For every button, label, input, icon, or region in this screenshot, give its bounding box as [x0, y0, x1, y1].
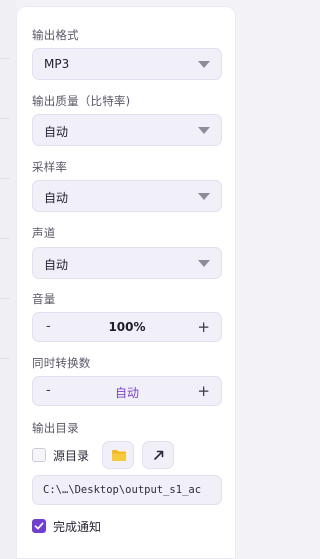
concurrency-label: 同时转换数: [32, 356, 91, 370]
chevron-down-icon: [198, 193, 210, 200]
output-format-value: MP3: [44, 57, 70, 71]
open-folder-button[interactable]: [142, 441, 174, 469]
volume-stepper: - 100% +: [32, 312, 222, 342]
output-format-select[interactable]: MP3: [32, 48, 222, 80]
sample-rate-value: 自动: [44, 191, 69, 205]
volume-increment-button[interactable]: +: [197, 318, 210, 336]
chevron-down-icon: [198, 260, 210, 267]
background-list-strip: [0, 0, 16, 559]
arrow-up-right-icon: [154, 450, 164, 460]
check-icon: [34, 522, 44, 530]
output-format-label: 输出格式: [32, 28, 79, 42]
channels-value: 自动: [44, 258, 69, 272]
chevron-down-icon: [198, 61, 210, 68]
concurrency-value: 自动: [114, 386, 139, 400]
source-dir-checkbox[interactable]: [32, 448, 46, 462]
folder-icon: [112, 450, 126, 461]
output-path-value: C:\…\Desktop\output_s1_ac: [43, 484, 202, 496]
output-quality-label: 输出质量（比特率): [32, 94, 131, 108]
sample-rate-select[interactable]: 自动: [32, 180, 222, 212]
volume-label: 音量: [32, 292, 56, 306]
concurrency-stepper: - 自动 +: [32, 376, 222, 406]
channels-label: 声道: [32, 226, 56, 240]
output-path-field[interactable]: C:\…\Desktop\output_s1_ac: [32, 475, 222, 505]
volume-value: 100%: [108, 320, 146, 334]
channels-select[interactable]: 自动: [32, 247, 222, 279]
sample-rate-label: 采样率: [32, 160, 68, 174]
chevron-down-icon: [198, 127, 210, 134]
settings-panel: 输出格式 MP3 输出质量（比特率) 自动 采样率 自动 声道 自动 音量 - …: [16, 6, 236, 559]
notify-label: 完成通知: [53, 520, 102, 534]
output-quality-select[interactable]: 自动: [32, 114, 222, 146]
concurrency-increment-button[interactable]: +: [197, 382, 210, 400]
notify-checkbox[interactable]: [32, 519, 46, 533]
source-dir-label: 源目录: [53, 449, 90, 463]
output-dir-label: 输出目录: [32, 421, 79, 435]
choose-folder-button[interactable]: [102, 441, 134, 469]
output-quality-value: 自动: [44, 125, 69, 139]
